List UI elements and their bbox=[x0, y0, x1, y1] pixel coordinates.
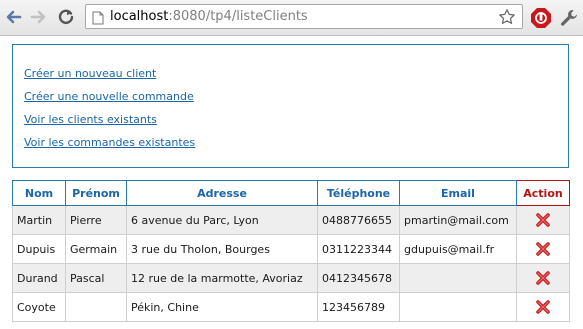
cell-prenom: Germain bbox=[65, 234, 127, 264]
cell-nom: Martin bbox=[12, 205, 66, 235]
forward-arrow-icon[interactable] bbox=[27, 6, 49, 28]
cell-nom: Durand bbox=[12, 263, 66, 293]
cell-email: pmartin@mail.com bbox=[399, 205, 517, 235]
stop-extension-icon[interactable] bbox=[530, 7, 552, 29]
header-adresse: Adresse bbox=[126, 180, 318, 206]
delete-icon[interactable] bbox=[535, 299, 551, 315]
cell-action bbox=[516, 263, 570, 293]
cell-adresse: 3 rue du Tholon, Bourges bbox=[126, 234, 318, 264]
cell-nom: Dupuis bbox=[12, 234, 66, 264]
browser-toolbar: localhost:8080/tp4/listeClients bbox=[0, 0, 583, 36]
create-client-link[interactable]: Créer un nouveau client bbox=[24, 67, 156, 80]
url-text: localhost:8080/tp4/listeClients bbox=[110, 9, 308, 25]
clients-table: Nom Prénom Adresse Téléphone Email Actio… bbox=[12, 180, 570, 322]
view-orders-link[interactable]: Voir les commandes existantes bbox=[24, 136, 195, 149]
back-arrow-icon[interactable] bbox=[3, 6, 25, 28]
cell-telephone: 0488776655 bbox=[317, 205, 400, 235]
cell-action bbox=[516, 292, 570, 322]
cell-email bbox=[399, 263, 517, 293]
table-row: Durand Pascal 12 rue de la marmotte, Avo… bbox=[12, 263, 570, 293]
cell-adresse: Pékin, Chine bbox=[126, 292, 318, 322]
url-host: localhost bbox=[110, 9, 169, 24]
cell-email: gdupuis@mail.fr bbox=[399, 234, 517, 264]
table-row: Dupuis Germain 3 rue du Tholon, Bourges … bbox=[12, 234, 570, 264]
cell-prenom bbox=[65, 292, 127, 322]
create-order-link[interactable]: Créer une nouvelle commande bbox=[24, 90, 194, 103]
delete-icon[interactable] bbox=[535, 212, 551, 228]
cell-telephone: 123456789 bbox=[317, 292, 400, 322]
delete-icon[interactable] bbox=[535, 270, 551, 286]
wrench-icon[interactable] bbox=[559, 8, 579, 28]
table-header-row: Nom Prénom Adresse Téléphone Email Actio… bbox=[12, 180, 570, 206]
page-icon bbox=[92, 10, 104, 25]
table-row: Coyote Pékin, Chine 123456789 bbox=[12, 292, 570, 322]
header-nom: Nom bbox=[12, 180, 66, 206]
cell-prenom: Pierre bbox=[65, 205, 127, 235]
cell-nom: Coyote bbox=[12, 292, 66, 322]
url-path: :8080/tp4/listeClients bbox=[168, 9, 308, 24]
cell-action bbox=[516, 234, 570, 264]
navigation-menu: Créer un nouveau client Créer une nouvel… bbox=[12, 44, 569, 168]
reload-icon[interactable] bbox=[55, 6, 77, 28]
delete-icon[interactable] bbox=[535, 241, 551, 257]
cell-prenom: Pascal bbox=[65, 263, 127, 293]
cell-action bbox=[516, 205, 570, 235]
header-prenom: Prénom bbox=[65, 180, 127, 206]
view-clients-link[interactable]: Voir les clients existants bbox=[24, 113, 157, 126]
star-icon[interactable] bbox=[498, 8, 516, 26]
header-email: Email bbox=[399, 180, 517, 206]
cell-telephone: 0311223344 bbox=[317, 234, 400, 264]
header-telephone: Téléphone bbox=[317, 180, 400, 206]
cell-email bbox=[399, 292, 517, 322]
cell-adresse: 12 rue de la marmotte, Avoriaz bbox=[126, 263, 318, 293]
header-action: Action bbox=[516, 180, 570, 206]
table-row: Martin Pierre 6 avenue du Parc, Lyon 048… bbox=[12, 205, 570, 235]
cell-adresse: 6 avenue du Parc, Lyon bbox=[126, 205, 318, 235]
cell-telephone: 0412345678 bbox=[317, 263, 400, 293]
address-bar[interactable]: localhost:8080/tp4/listeClients bbox=[85, 4, 523, 29]
